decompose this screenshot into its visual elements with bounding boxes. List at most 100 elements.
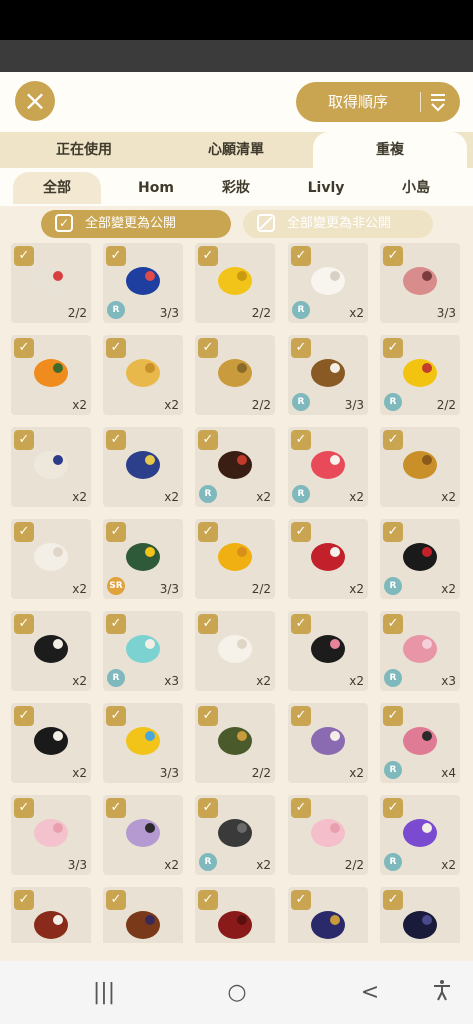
item-tile-bead-necklace[interactable]: ✓ x2 <box>380 427 460 507</box>
item-count: x2 <box>441 582 456 596</box>
recent-apps-button[interactable]: ||| <box>89 978 119 1008</box>
item-tile-rainbow-top-hat[interactable]: ✓ R 3/3 <box>103 243 183 323</box>
item-tile-pink-cookie[interactable]: ✓ 3/3 <box>380 243 460 323</box>
item-tile-gold-mirror[interactable]: ✓ 2/2 <box>195 335 275 415</box>
item-tile-magic-wand[interactable]: ✓ x2 <box>103 335 183 415</box>
item-count: 2/2 <box>251 398 271 412</box>
round-glasses-icon <box>34 727 68 755</box>
rarity-badge: R <box>384 761 402 779</box>
item-tile-starry-backdrop[interactable]: ✓ <box>380 887 460 943</box>
close-button[interactable]: × <box>15 81 55 121</box>
item-count: 2/2 <box>344 858 364 872</box>
tab-duplicates[interactable]: 重複 <box>313 132 467 168</box>
item-tile-white-hair[interactable]: ✓ Rx2 <box>288 243 368 323</box>
home-button[interactable]: ○ <box>222 978 252 1008</box>
item-tile-teal-scissors[interactable]: ✓ Rx3 <box>103 611 183 691</box>
status-bar <box>0 0 473 40</box>
item-tile-gem-necklace[interactable]: ✓ <box>288 887 368 943</box>
item-tile-bowl-dish[interactable]: ✓ <box>11 887 91 943</box>
item-tile-purple-dress[interactable]: ✓ x2 <box>103 795 183 875</box>
item-tile-dark-wavy-hair[interactable]: ✓ Rx2 <box>195 427 275 507</box>
item-count: 2/2 <box>251 766 271 780</box>
item-tile-mushroom-house[interactable]: ✓ Rx2 <box>288 427 368 507</box>
gem-necklace-icon <box>311 911 345 939</box>
rarity-badge: R <box>199 853 217 871</box>
white-bald-head-icon <box>34 543 68 571</box>
item-tile-pink-petals[interactable]: ✓ 3/3 <box>11 795 91 875</box>
item-count: x2 <box>256 858 271 872</box>
accessibility-button[interactable] <box>427 978 457 1008</box>
sort-order-label: 取得順序 <box>328 93 389 111</box>
set-all-public-button[interactable]: ✓ 全部變更為公開 <box>41 210 231 238</box>
rarity-badge: R <box>292 485 310 503</box>
tab-livly[interactable]: Livly <box>282 172 370 204</box>
item-count: x4 <box>441 766 456 780</box>
item-tile-white-face[interactable]: ✓ x2 <box>195 611 275 691</box>
tab-hom[interactable]: Hom <box>112 172 200 204</box>
checkbox-icon: ✓ <box>55 214 73 232</box>
item-count: x2 <box>256 490 271 504</box>
dark-deer-figure-icon <box>218 819 252 847</box>
striped-socks-icon <box>311 727 345 755</box>
red-table-icon <box>218 911 252 939</box>
black-top-hat-icon <box>403 543 437 571</box>
slash-box-icon <box>257 214 275 232</box>
item-count: x2 <box>349 582 364 596</box>
rarity-badge: R <box>107 669 125 687</box>
pink-petal-pair-icon <box>311 819 345 847</box>
item-count: x2 <box>72 398 87 412</box>
item-tile-purple-helmet[interactable]: ✓ Rx2 <box>380 795 460 875</box>
rainbow-top-hat-icon <box>126 267 160 295</box>
item-count: x2 <box>164 858 179 872</box>
set-all-private-label: 全部變更為非公開 <box>287 216 392 231</box>
item-tile-black-top-hat[interactable]: ✓ Rx2 <box>380 519 460 599</box>
item-count: 3/3 <box>344 398 364 412</box>
item-tile-red-table[interactable]: ✓ <box>195 887 275 943</box>
item-tile-yellow-flower[interactable]: ✓ 2/2 <box>195 243 275 323</box>
set-all-private-button[interactable]: 全部變更為非公開 <box>243 210 433 238</box>
sort-order-button[interactable]: 取得順序 <box>296 82 460 122</box>
gourd-vase-icon <box>126 911 160 939</box>
item-tile-alarm-device[interactable]: ✓ 3/3 <box>103 703 183 783</box>
rarity-badge: R <box>384 853 402 871</box>
item-tile-green-cap[interactable]: ✓ 2/2 <box>195 703 275 783</box>
rarity-badge: SR <box>107 577 125 595</box>
yellow-beetle-icon <box>403 359 437 387</box>
item-tile-pink-petal-pair[interactable]: ✓ 2/2 <box>288 795 368 875</box>
bowl-dish-icon <box>34 911 68 939</box>
rarity-badge: R <box>384 577 402 595</box>
item-tile-pink-snowsuit[interactable]: ✓ Rx4 <box>380 703 460 783</box>
item-count: x2 <box>349 766 364 780</box>
item-tile-feather-hairpin[interactable]: ✓ 2/2 <box>11 243 91 323</box>
item-tile-hedgehog-hat[interactable]: ✓ R 3/3 <box>288 335 368 415</box>
tab-in-use[interactable]: 正在使用 <box>22 132 146 168</box>
item-tile-curly-hair[interactable]: ✓ x2 <box>11 427 91 507</box>
item-tile-orange-flower-branch[interactable]: ✓ x2 <box>11 335 91 415</box>
black-boots-icon <box>34 635 68 663</box>
item-tile-yellow-beetle[interactable]: ✓ R 2/2 <box>380 335 460 415</box>
item-tile-gourd-vase[interactable]: ✓ <box>103 887 183 943</box>
back-button[interactable]: < <box>355 978 385 1008</box>
tab-all[interactable]: 全部 <box>13 172 101 204</box>
item-tile-pink-fur-outfit[interactable]: ✓ Rx3 <box>380 611 460 691</box>
teal-scissors-icon <box>126 635 160 663</box>
item-tile-pink-sneakers[interactable]: ✓ x2 <box>288 611 368 691</box>
item-tile-honey-drip[interactable]: ✓ 2/2 <box>195 519 275 599</box>
tab-island[interactable]: 小島 <box>372 172 460 204</box>
bead-necklace-icon <box>403 451 437 479</box>
item-tile-green-hat[interactable]: ✓ SR 3/3 <box>103 519 183 599</box>
item-tile-dark-deer-figure[interactable]: ✓ Rx2 <box>195 795 275 875</box>
purple-helmet-icon <box>403 819 437 847</box>
tab-wishlist[interactable]: 心願清單 <box>174 132 298 168</box>
accessibility-icon <box>434 980 450 1001</box>
item-count: 3/3 <box>159 306 179 320</box>
item-tile-black-boots[interactable]: ✓ x2 <box>11 611 91 691</box>
item-tile-round-glasses[interactable]: ✓ x2 <box>11 703 91 783</box>
item-tile-white-bald-head[interactable]: ✓ x2 <box>11 519 91 599</box>
rarity-badge: R <box>107 301 125 319</box>
item-tile-checker-dress[interactable]: ✓ x2 <box>288 519 368 599</box>
item-tile-striped-socks[interactable]: ✓ x2 <box>288 703 368 783</box>
tab-makeup[interactable]: 彩妝 <box>192 172 280 204</box>
sort-divider <box>420 92 421 112</box>
item-tile-blue-sweater[interactable]: ✓ x2 <box>103 427 183 507</box>
